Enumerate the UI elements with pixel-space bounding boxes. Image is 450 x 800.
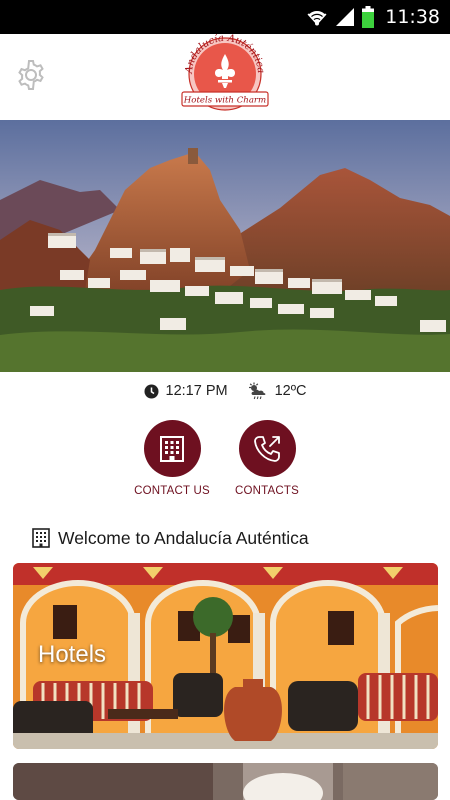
next-card-image bbox=[13, 763, 438, 800]
welcome-heading: Welcome to Andalucía Auténtica bbox=[32, 526, 309, 550]
local-time: 12:17 PM bbox=[144, 383, 228, 399]
wifi-icon bbox=[307, 9, 327, 26]
welcome-text: Welcome to Andalucía Auténtica bbox=[58, 527, 309, 548]
phone-outgoing-icon bbox=[254, 435, 280, 462]
hotels-card-title: Hotels bbox=[38, 641, 107, 668]
app-header: Andalucía Auténtica Hotels with Charm bbox=[0, 33, 450, 120]
contact-us-circle[interactable] bbox=[143, 420, 201, 477]
contacts-label: CONTACTS bbox=[235, 485, 299, 497]
hotels-card[interactable]: Hotels bbox=[13, 563, 438, 749]
building-icon bbox=[32, 528, 50, 548]
battery-icon bbox=[362, 6, 375, 28]
status-bar: 11:38 bbox=[0, 0, 450, 34]
contacts-button[interactable]: CONTACTS bbox=[212, 420, 322, 497]
logo-ribbon-text: Hotels with Charm bbox=[183, 96, 266, 106]
status-time: 11:38 bbox=[385, 6, 440, 28]
contact-us-button[interactable]: CONTACT US bbox=[117, 420, 227, 497]
next-card[interactable] bbox=[13, 763, 438, 800]
contact-us-label: CONTACT US bbox=[134, 485, 210, 497]
status-icons: 11:38 bbox=[306, 5, 440, 29]
logo: Andalucía Auténtica Hotels with Charm bbox=[178, 33, 272, 120]
battery-level bbox=[362, 12, 375, 28]
gear-icon bbox=[18, 60, 44, 90]
weather: 12ºC bbox=[248, 382, 307, 400]
clock-icon bbox=[144, 384, 158, 398]
hero-image bbox=[0, 120, 450, 372]
info-row: 12:17 PM 12ºC bbox=[0, 378, 450, 404]
local-time-text: 12:17 PM bbox=[165, 383, 228, 399]
temperature-text: 12ºC bbox=[274, 383, 307, 399]
building-icon bbox=[160, 435, 184, 462]
partly-cloudy-rain-icon bbox=[248, 382, 266, 400]
signal-icon bbox=[336, 8, 355, 26]
settings-button[interactable] bbox=[12, 56, 50, 94]
contacts-circle[interactable] bbox=[238, 420, 296, 477]
